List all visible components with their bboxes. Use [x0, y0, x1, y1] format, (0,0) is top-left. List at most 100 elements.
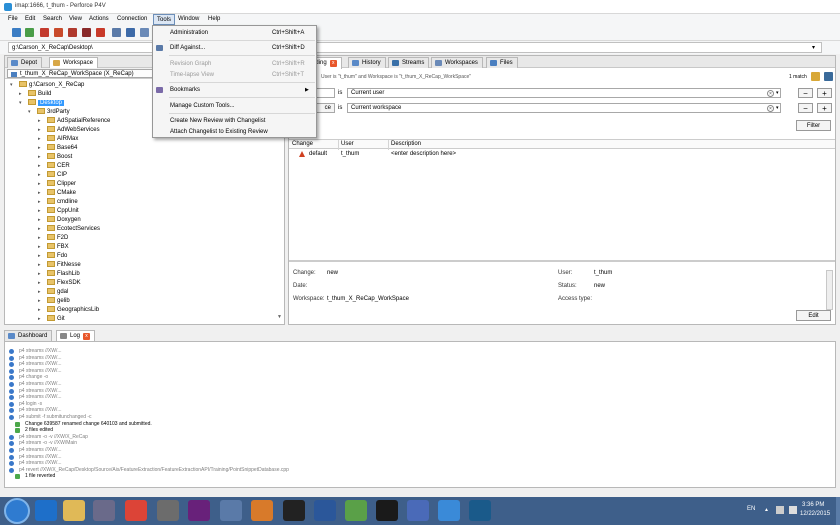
expand-icon[interactable]: ▸ [19, 90, 22, 99]
filter-icon[interactable] [811, 72, 820, 81]
tree-node[interactable]: ▸ FitNesse [38, 261, 81, 270]
expand-icon[interactable]: ▸ [38, 252, 41, 261]
tree-node[interactable]: ▸ FlexSDK [38, 279, 81, 288]
menu-item-diff-against[interactable]: Diff Against... Ctrl+Shift+D [153, 43, 316, 53]
menu-view[interactable]: View [66, 14, 85, 25]
language-indicator[interactable]: EN [747, 506, 755, 512]
revert-icon[interactable] [96, 28, 105, 37]
ie-icon[interactable] [35, 500, 57, 521]
submit-icon[interactable] [40, 28, 49, 37]
tree-node[interactable]: ▸ Git [38, 315, 65, 324]
dropdown-icon[interactable]: ▾ [776, 105, 779, 111]
clear-icon[interactable]: × [767, 105, 774, 112]
tree-node[interactable]: ▸ F2D [38, 234, 68, 243]
menu-actions[interactable]: Actions [86, 14, 112, 25]
tree-node[interactable]: ▸ AdSpatialReference [38, 117, 110, 126]
tree-node[interactable]: ▸ FlashLib [38, 270, 80, 279]
diff-icon[interactable] [140, 28, 149, 37]
menu-edit[interactable]: Edit [22, 14, 38, 25]
notepad-icon[interactable] [345, 500, 367, 521]
menu-connection[interactable]: Connection [114, 14, 150, 25]
network-icon[interactable] [776, 506, 784, 514]
tab-files[interactable]: Files [486, 57, 518, 68]
path-input[interactable]: g:\Carson_X_ReCap\Desktop\ [8, 42, 822, 53]
tree-node[interactable]: ▸ FBX [38, 243, 69, 252]
filter-value[interactable]: Current user [347, 88, 781, 98]
remote-desktop-icon[interactable] [220, 500, 242, 521]
expand-icon[interactable]: ▸ [38, 126, 41, 135]
tree-node[interactable]: ▸ Base64 [38, 144, 77, 153]
refresh-icon[interactable] [12, 28, 21, 37]
qq-icon[interactable] [283, 500, 305, 521]
detail-scrollbar[interactable] [826, 270, 833, 310]
collapse-icon[interactable]: ▾ [10, 81, 13, 90]
dropdown-icon[interactable]: ▾ [776, 90, 779, 96]
expand-icon[interactable]: ▸ [38, 243, 41, 252]
col-user[interactable]: User [341, 141, 354, 147]
edit-button[interactable]: Edit [796, 310, 831, 321]
expand-icon[interactable]: ▸ [38, 198, 41, 207]
tree-node[interactable]: ▸ cmdline [38, 198, 78, 207]
timelapse-icon[interactable] [126, 28, 135, 37]
expand-icon[interactable]: ▸ [38, 135, 41, 144]
autodesk-icon[interactable] [469, 500, 491, 521]
menu-window[interactable]: Window [175, 14, 202, 25]
menu-item-administration[interactable]: Administration Ctrl+Shift+A [153, 28, 316, 38]
add-icon[interactable] [68, 28, 77, 37]
filter-button[interactable]: Filter [796, 120, 831, 131]
delete-icon[interactable] [82, 28, 91, 37]
menu-help[interactable]: Help [205, 14, 223, 25]
snipping-tool-icon[interactable] [438, 500, 460, 521]
table-row[interactable]: default t_thum <enter description here> [289, 149, 835, 159]
menu-tools[interactable]: Tools [153, 14, 176, 25]
get-latest-icon[interactable] [25, 28, 34, 37]
expand-icon[interactable]: ▸ [38, 153, 41, 162]
close-tab-icon[interactable]: x [329, 60, 337, 67]
expand-icon[interactable]: ▸ [38, 216, 41, 225]
expand-icon[interactable]: ▸ [38, 261, 41, 270]
add-filter-button[interactable]: + [817, 88, 832, 98]
tree-node[interactable]: ▸ gdal [38, 288, 68, 297]
col-change[interactable]: Change [292, 141, 313, 147]
filter-value[interactable]: Current workspace [347, 103, 781, 113]
collapse-icon[interactable]: ▾ [28, 108, 31, 117]
chrome-icon[interactable] [125, 500, 147, 521]
expand-icon[interactable]: ▸ [38, 189, 41, 198]
collapse-icon[interactable]: ▾ [19, 99, 22, 108]
tree-node[interactable]: ▸ Doxygen [38, 216, 81, 225]
volume-icon[interactable] [789, 506, 797, 514]
history-icon[interactable] [112, 28, 121, 37]
show-desktop-button[interactable] [836, 497, 840, 525]
options-icon[interactable] [824, 72, 833, 81]
expand-icon[interactable]: ▸ [38, 144, 41, 153]
expand-icon[interactable]: ▸ [38, 234, 41, 243]
expand-icon[interactable]: ▸ [38, 270, 41, 279]
tab-depot[interactable]: Depot [7, 57, 43, 68]
expand-icon[interactable]: ▸ [38, 288, 41, 297]
menu-item-create-new-review[interactable]: Create New Review with Changelist [153, 116, 316, 126]
expand-icon[interactable]: ▸ [38, 279, 41, 288]
media-player-icon[interactable] [93, 500, 115, 521]
tree-node[interactable]: ▸ AIRMax [38, 135, 78, 144]
tab-history[interactable]: History [348, 57, 386, 68]
path-dropdown-icon[interactable]: ▾ [812, 44, 815, 51]
outlook-icon[interactable] [251, 500, 273, 521]
explorer-icon[interactable] [63, 500, 85, 521]
expand-icon[interactable]: ▸ [38, 225, 41, 234]
tree-node[interactable]: ▾ g:\Carson_X_ReCap [10, 81, 84, 90]
menu-item-attach-changelist[interactable]: Attach Changelist to Existing Review [153, 127, 316, 137]
close-tab-icon[interactable]: x [83, 333, 91, 340]
tab-dashboard[interactable]: Dashboard [4, 330, 53, 341]
expand-icon[interactable]: ▸ [38, 171, 41, 180]
expand-icon[interactable]: ▸ [38, 207, 41, 216]
terminal-icon[interactable] [376, 500, 398, 521]
tree-node[interactable]: ▾ 3rdParty [28, 108, 70, 117]
menu-search[interactable]: Search [40, 14, 65, 25]
menu-item-manage-custom-tools[interactable]: Manage Custom Tools... [153, 101, 316, 111]
clock-time[interactable]: 3:36 PM [802, 502, 824, 508]
expand-icon[interactable]: ▸ [38, 315, 41, 324]
p4v-taskbar-icon[interactable] [157, 500, 179, 521]
remove-filter-button[interactable]: − [798, 88, 813, 98]
checkout-icon[interactable] [54, 28, 63, 37]
tree-node[interactable]: ▸ CMake [38, 189, 76, 198]
